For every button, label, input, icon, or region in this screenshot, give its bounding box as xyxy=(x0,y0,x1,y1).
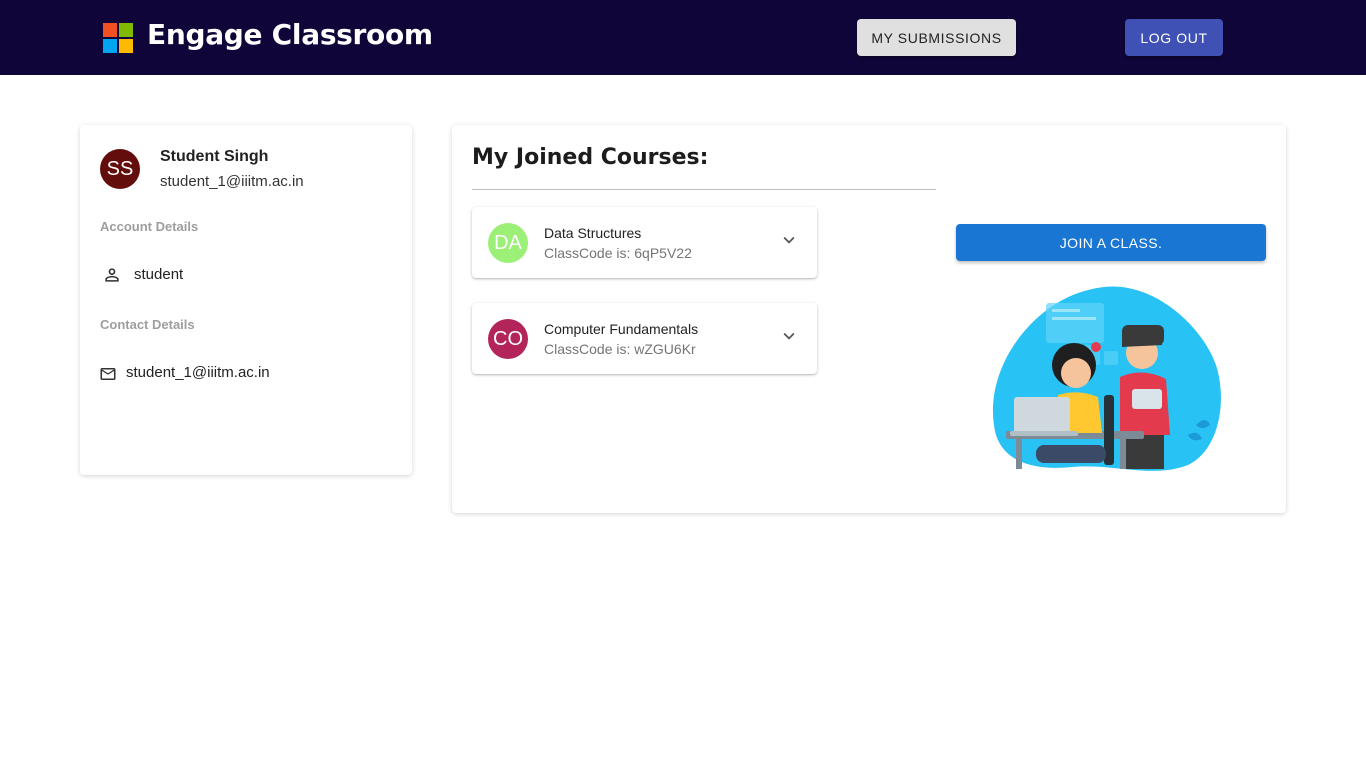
chevron-down-icon[interactable] xyxy=(778,229,800,251)
user-name: Student Singh xyxy=(160,148,269,165)
logo-square-blue xyxy=(103,39,117,53)
course-accordion-item[interactable]: CO Computer Fundamentals ClassCode is: w… xyxy=(472,303,817,374)
user-email: student_1@iiitm.ac.in xyxy=(160,173,304,190)
course-name: Computer Fundamentals xyxy=(544,321,699,337)
course-avatar: CO xyxy=(488,319,528,359)
logo-square-red xyxy=(103,23,117,37)
logout-button[interactable]: LOG OUT xyxy=(1125,19,1223,56)
mail-icon xyxy=(100,368,116,380)
joined-courses-heading: My Joined Courses: xyxy=(472,145,709,170)
app-title: Engage Classroom xyxy=(147,18,433,51)
course-class-code: ClassCode is: 6qP5V22 xyxy=(544,245,692,261)
course-accordion-item[interactable]: DA Data Structures ClassCode is: 6qP5V22 xyxy=(472,207,817,278)
account-details-heading: Account Details xyxy=(100,219,199,234)
heading-divider xyxy=(472,189,936,190)
course-avatar: DA xyxy=(488,223,528,263)
chevron-down-icon[interactable] xyxy=(778,325,800,347)
contact-details-heading: Contact Details xyxy=(100,317,195,332)
logo-square-yellow xyxy=(119,39,133,53)
contact-email: student_1@iiitm.ac.in xyxy=(126,364,270,381)
user-role: student xyxy=(134,266,184,283)
profile-card: SS Student Singh student_1@iiitm.ac.in A… xyxy=(80,125,412,475)
joined-courses-card: My Joined Courses: DA Data Structures Cl… xyxy=(452,125,1286,513)
person-icon xyxy=(105,268,119,282)
top-app-bar: Engage Classroom MY SUBMISSIONS LOG OUT xyxy=(0,0,1366,75)
microsoft-logo-icon xyxy=(103,23,133,53)
join-class-button[interactable]: JOIN A CLASS. xyxy=(956,224,1266,261)
course-name: Data Structures xyxy=(544,225,642,241)
my-submissions-button[interactable]: MY SUBMISSIONS xyxy=(857,19,1016,56)
students-at-laptop-illustration xyxy=(992,286,1221,471)
course-class-code: ClassCode is: wZGU6Kr xyxy=(544,341,696,357)
logo-square-green xyxy=(119,23,133,37)
user-avatar: SS xyxy=(100,149,140,189)
